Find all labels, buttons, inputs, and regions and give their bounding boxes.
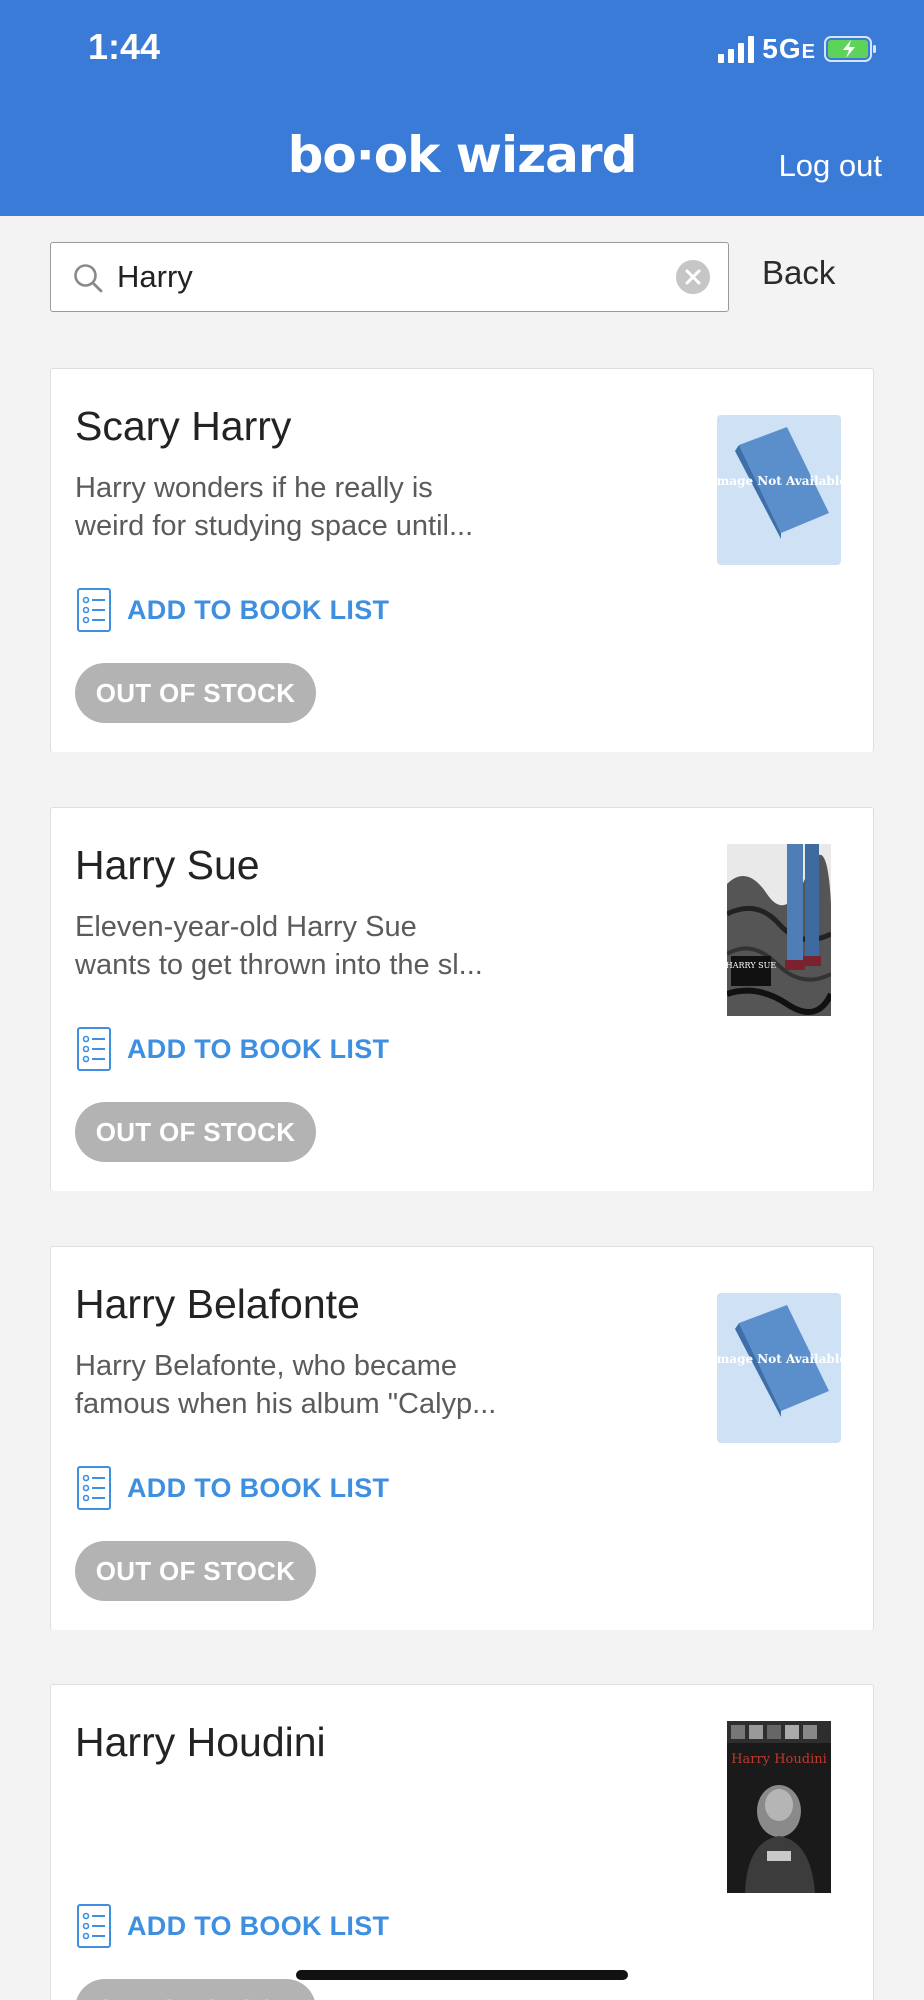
book-card[interactable]: Harry Houdini ADD TO BOOK LIST OUT OF ST… <box>50 1684 874 2000</box>
out-of-stock-badge: OUT OF STOCK <box>75 1541 316 1601</box>
svg-text:Image Not Available: Image Not Available <box>717 1352 841 1366</box>
logout-button[interactable]: Log out <box>779 148 882 184</box>
book-card[interactable]: Harry Belafonte Harry Belafonte, who bec… <box>50 1246 874 1630</box>
book-cover-placeholder: Image Not Available <box>717 415 841 565</box>
book-description: Harry Belafonte, who became famous when h… <box>75 1350 497 1420</box>
list-icon <box>77 1027 111 1071</box>
list-icon <box>77 588 111 632</box>
out-of-stock-badge: OUT OF STOCK <box>75 663 316 723</box>
book-title[interactable]: Harry Houdini <box>75 1719 326 1766</box>
home-indicator[interactable] <box>296 1970 628 1980</box>
add-to-book-list-button[interactable]: ADD TO BOOK LIST <box>75 1026 389 1072</box>
app-header: 1:44 5GE bo·ok wizard Log out <box>0 0 924 216</box>
book-title[interactable]: Harry Belafonte <box>75 1281 360 1328</box>
add-to-book-list-button[interactable]: ADD TO BOOK LIST <box>75 1903 389 1949</box>
status-time: 1:44 <box>88 26 161 67</box>
search-icon <box>74 264 103 293</box>
book-title[interactable]: Harry Sue <box>75 842 260 889</box>
list-icon <box>77 1466 111 1510</box>
add-to-book-list-label: ADD TO BOOK LIST <box>127 1472 390 1503</box>
svg-text:HARRY SUE: HARRY SUE <box>727 961 776 970</box>
search-input[interactable] <box>117 253 637 301</box>
add-to-book-list-label: ADD TO BOOK LIST <box>127 1910 390 1941</box>
book-cover-placeholder: Image Not Available <box>717 1293 841 1443</box>
book-description: Harry wonders if he really is weird for s… <box>75 472 474 542</box>
book-card[interactable]: Scary Harry Harry wonders if he really i… <box>50 368 874 752</box>
book-description: Eleven-year-old Harry Sue wants to get th… <box>75 911 483 981</box>
status-indicators: 5GE <box>718 32 878 66</box>
book-title[interactable]: Scary Harry <box>75 403 291 450</box>
book-card[interactable]: Harry Sue Eleven-year-old Harry Sue wants… <box>50 807 874 1191</box>
add-to-book-list-button[interactable]: ADD TO BOOK LIST <box>75 587 389 633</box>
out-of-stock-badge: OUT OF STOCK <box>75 1979 316 2000</box>
out-of-stock-badge: OUT OF STOCK <box>75 1102 316 1162</box>
book-cover-harry-sue: HARRY SUE <box>727 844 831 1016</box>
network-label: 5GE <box>762 33 816 64</box>
add-to-book-list-label: ADD TO BOOK LIST <box>127 1033 390 1064</box>
battery-charging-icon <box>824 36 876 62</box>
add-to-book-list-button[interactable]: ADD TO BOOK LIST <box>75 1465 389 1511</box>
add-to-book-list-label: ADD TO BOOK LIST <box>127 594 390 625</box>
signal-icon <box>718 35 755 63</box>
back-button[interactable]: Back <box>762 254 835 292</box>
search-field[interactable] <box>50 242 729 312</box>
list-icon <box>77 1904 111 1948</box>
clear-search-icon[interactable] <box>676 260 710 294</box>
svg-text:Image Not Available: Image Not Available <box>717 474 841 488</box>
svg-text:Harry Houdini: Harry Houdini <box>731 1752 827 1767</box>
book-cover-harry-houdini: Harry Houdini <box>727 1721 831 1893</box>
